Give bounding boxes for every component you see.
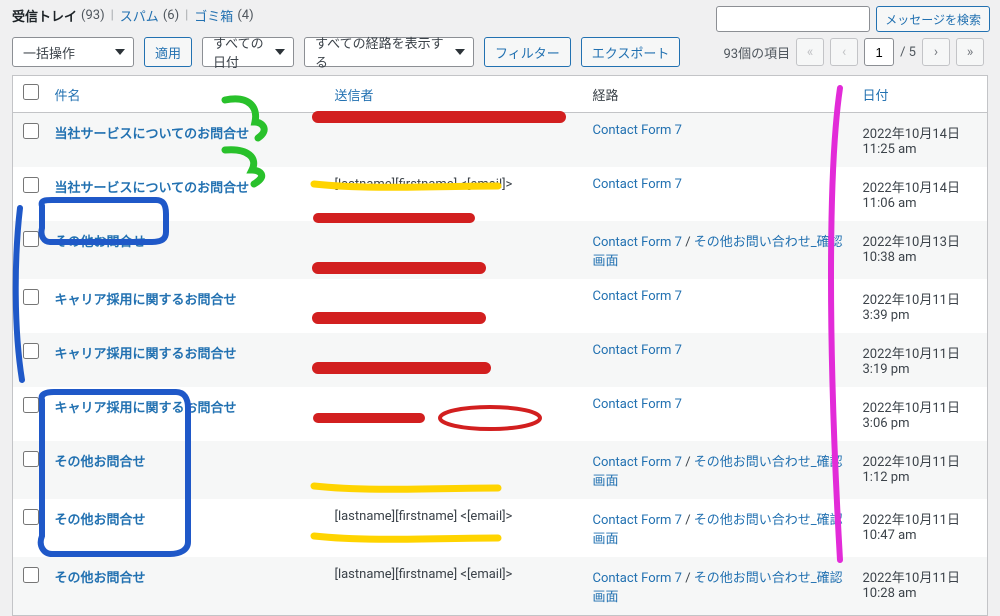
table-row: その他お問合せContact Form 7 / その他お問い合わせ_確認画面20…	[13, 441, 988, 499]
channel-link[interactable]: Contact Form 7	[593, 571, 682, 586]
channel-sep: /	[682, 455, 694, 470]
tab-spam[interactable]: スパム	[120, 6, 159, 25]
column-from[interactable]: 送信者	[327, 76, 585, 113]
column-date[interactable]: 日付	[855, 76, 988, 113]
row-checkbox[interactable]	[23, 343, 39, 359]
column-channel: 経路	[585, 76, 855, 113]
channel-link[interactable]: Contact Form 7	[593, 177, 682, 192]
message-subject-link[interactable]: その他お問合せ	[55, 455, 146, 470]
message-from: [lastname][firstname] <[email]>	[335, 509, 513, 524]
bulk-apply-button[interactable]: 適用	[144, 37, 192, 67]
tab-inbox-count: (93)	[81, 8, 105, 23]
table-row: 当社サービスについてのお問合せ [lastname][firstname] <[e…	[13, 167, 988, 221]
message-subject-link[interactable]: 当社サービスについてのお問合せ	[55, 127, 250, 142]
message-date: 2022年10月11日 3:06 pm	[863, 401, 960, 431]
channel-link[interactable]: Contact Form 7	[593, 123, 682, 138]
table-row: 当社サービスについてのお問合せ Contact Form 7 2022年10月14日…	[13, 113, 988, 168]
filter-button[interactable]: フィルター	[484, 37, 571, 67]
tab-trash[interactable]: ゴミ箱	[194, 6, 233, 25]
search-input[interactable]	[716, 6, 870, 32]
row-checkbox[interactable]	[23, 397, 39, 413]
column-subject[interactable]: 件名	[47, 76, 327, 113]
channel-link[interactable]: Contact Form 7	[593, 455, 682, 470]
current-page-input[interactable]	[864, 38, 894, 66]
last-page-button[interactable]: »	[956, 38, 984, 66]
pagination-total-items: 93個の項目	[723, 43, 790, 62]
channel-link[interactable]: Contact Form 7	[593, 513, 682, 528]
message-date: 2022年10月11日 3:19 pm	[863, 347, 960, 377]
channel-sep: /	[682, 235, 694, 250]
channel-link[interactable]: Contact Form 7	[593, 235, 682, 250]
table-row: その他お問合せ [lastname][firstname] <[email]> Co…	[13, 499, 988, 557]
search-button[interactable]: メッセージを検索	[876, 6, 990, 32]
search-box: メッセージを検索	[716, 6, 990, 32]
select-all-checkbox[interactable]	[23, 84, 39, 100]
bulk-action-select[interactable]: 一括操作	[12, 37, 134, 67]
row-checkbox[interactable]	[23, 123, 39, 139]
tab-spam-count: (6)	[163, 8, 179, 23]
message-from: [lastname][firstname] <[email]>	[335, 177, 513, 192]
table-row: その他お問合せ[lastname][firstname] <[email]>Co…	[13, 557, 988, 616]
date-filter-select[interactable]: すべての日付	[202, 37, 294, 67]
message-date: 2022年10月14日 11:06 am	[863, 181, 960, 211]
row-checkbox[interactable]	[23, 509, 39, 525]
tab-inbox-label[interactable]: 受信トレイ	[12, 6, 77, 25]
message-subject-link[interactable]: キャリア採用に関するお問合せ	[55, 293, 237, 308]
messages-table: 件名 送信者 経路 日付 当社サービスについてのお問合せ Contact Form…	[12, 75, 988, 616]
message-date: 2022年10月11日 3:39 pm	[863, 293, 960, 323]
message-subject-link[interactable]: その他お問合せ	[55, 513, 146, 528]
message-date: 2022年10月13日 10:38 am	[863, 235, 960, 265]
next-page-button[interactable]: ›	[922, 38, 950, 66]
message-date: 2022年10月11日 10:28 am	[863, 571, 960, 601]
table-row: キャリア採用に関するお問合せ Contact Form 7 2022年10月11日 …	[13, 333, 988, 387]
channel-sep: /	[682, 513, 694, 528]
message-subject-link[interactable]: その他お問合せ	[55, 235, 146, 250]
row-checkbox[interactable]	[23, 289, 39, 305]
prev-page-button[interactable]: ‹	[830, 38, 858, 66]
table-row: その他お問合せContact Form 7 / その他お問い合わせ_確認画面20…	[13, 221, 988, 279]
tab-trash-count: (4)	[237, 8, 253, 23]
message-date: 2022年10月11日 1:12 pm	[863, 455, 960, 485]
export-button[interactable]: エクスポート	[581, 37, 681, 67]
table-row: キャリア採用に関するお問合せ Contact Form 7 2022年10月11日 …	[13, 279, 988, 333]
pagination-total-pages: / 5	[900, 45, 916, 60]
message-date: 2022年10月11日 10:47 am	[863, 513, 960, 543]
first-page-button[interactable]: «	[796, 38, 824, 66]
row-checkbox[interactable]	[23, 567, 39, 583]
tablenav-top: 一括操作 適用 すべての日付 すべての経路を表示する フィルター エクスポート …	[6, 31, 994, 75]
channel-link[interactable]: Contact Form 7	[593, 397, 682, 412]
message-subject-link[interactable]: キャリア採用に関するお問合せ	[55, 347, 237, 362]
channel-filter-select[interactable]: すべての経路を表示する	[304, 37, 474, 67]
row-checkbox[interactable]	[23, 177, 39, 193]
row-checkbox[interactable]	[23, 231, 39, 247]
message-subject-link[interactable]: 当社サービスについてのお問合せ	[55, 181, 250, 196]
message-date: 2022年10月14日 11:25 am	[863, 127, 960, 157]
message-subject-link[interactable]: キャリア採用に関するお問合せ	[55, 401, 237, 416]
pagination: 93個の項目 « ‹ / 5 › »	[723, 38, 984, 66]
row-checkbox[interactable]	[23, 451, 39, 467]
channel-link[interactable]: Contact Form 7	[593, 343, 682, 358]
channel-sep: /	[682, 571, 694, 586]
table-row: キャリア採用に関するお問合せ Contact Form 7 2022年10月11日 …	[13, 387, 988, 441]
message-subject-link[interactable]: その他お問合せ	[55, 571, 146, 586]
channel-link[interactable]: Contact Form 7	[593, 289, 682, 304]
